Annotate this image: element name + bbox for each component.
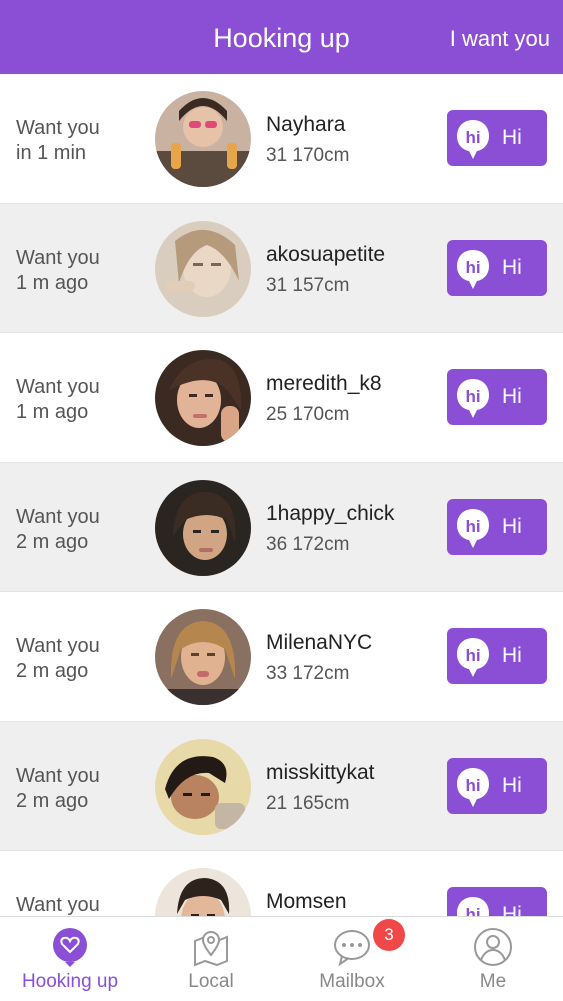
heart-chat-icon xyxy=(53,928,87,967)
hi-label: Hi xyxy=(502,773,522,797)
tab-label: Mailbox xyxy=(319,971,385,992)
avatar[interactable] xyxy=(155,738,251,835)
svg-text:hi: hi xyxy=(465,128,480,147)
user-icon xyxy=(474,928,512,966)
tab-local[interactable]: Local xyxy=(141,917,281,1001)
hi-bubble-icon: hi xyxy=(457,508,489,548)
avatar[interactable] xyxy=(155,868,251,916)
tab-hooking-up[interactable]: Hooking up xyxy=(0,917,140,1001)
user-age-height: 31 157cm xyxy=(266,274,350,296)
want-you-time: Want you 1 m ago xyxy=(16,376,100,423)
avatar[interactable] xyxy=(155,350,251,446)
map-pin-icon xyxy=(194,931,228,967)
list-item[interactable]: Want you 1 m ago meredith_k8 25 170cm hi … xyxy=(0,333,563,463)
hi-bubble-icon: hi xyxy=(457,249,489,289)
user-age-height: 21 165cm xyxy=(266,792,350,814)
user-age-height: 33 172cm xyxy=(266,663,350,684)
svg-text:hi: hi xyxy=(465,776,480,795)
svg-text:hi: hi xyxy=(465,646,480,665)
list-item[interactable]: Want you 2 m ago MilenaNYC 33 172cm hi Hi xyxy=(0,592,563,722)
bottom-tab-bar: Hooking up Local Mailbox Me xyxy=(0,916,563,1001)
avatar[interactable] xyxy=(155,609,251,705)
svg-text:hi: hi xyxy=(465,905,480,916)
list-item[interactable]: Want you 2 m ago misskittykat 21 165cm hi… xyxy=(0,721,563,851)
hi-bubble-icon: hi xyxy=(457,120,489,159)
list-item[interactable]: Want you in 1 min Nayhara 31 170cm hi Hi xyxy=(0,74,563,204)
user-age-height: 36 172cm xyxy=(266,533,350,555)
svg-text:hi: hi xyxy=(465,258,480,277)
hi-label: Hi xyxy=(502,126,522,149)
avatar[interactable] xyxy=(155,91,251,187)
hi-bubble-icon: hi xyxy=(457,897,489,916)
tab-me[interactable]: Me xyxy=(423,917,563,1001)
user-name[interactable]: MilenaNYC xyxy=(266,630,372,656)
say-hi-button[interactable]: hi Hi xyxy=(447,239,547,296)
user-name[interactable]: Nayhara xyxy=(266,112,345,138)
user-name[interactable]: Momsen xyxy=(266,889,347,915)
want-you-time: Want you 2 m ago xyxy=(16,764,100,812)
user-name[interactable]: misskittykat xyxy=(266,760,375,786)
user-age-height: 25 170cm xyxy=(266,404,350,425)
tab-label: Local xyxy=(188,971,234,992)
hi-label: Hi xyxy=(502,644,522,667)
list-item[interactable]: Want you 1 m ago akosuapetite 31 157cm hi… xyxy=(0,203,563,333)
want-you-time: Want you in 1 min xyxy=(16,117,100,164)
say-hi-button[interactable]: hi Hi xyxy=(447,498,547,555)
mailbox-unread-badge: 3 xyxy=(373,919,405,951)
want-you-time: Want you xyxy=(16,894,100,916)
say-hi-button[interactable]: hi Hi xyxy=(447,628,547,684)
user-list[interactable]: Want you in 1 min Nayhara 31 170cm hi Hi … xyxy=(0,74,563,916)
list-item[interactable]: Want you Momsen hi Hi xyxy=(0,851,563,916)
tab-label: Hooking up xyxy=(21,971,119,992)
avatar[interactable] xyxy=(155,220,251,317)
want-you-time: Want you 2 m ago xyxy=(16,505,100,553)
hi-label: Hi xyxy=(502,903,522,916)
hi-bubble-icon: hi xyxy=(457,638,489,677)
hi-label: Hi xyxy=(502,255,522,279)
tab-label: Me xyxy=(479,971,507,992)
want-you-time: Want you 2 m ago xyxy=(16,635,100,682)
list-item[interactable]: Want you 2 m ago 1happy_chick 36 172cm hi… xyxy=(0,462,563,592)
user-name[interactable]: akosuapetite xyxy=(266,242,385,268)
chat-bubble-icon xyxy=(334,930,370,967)
hi-bubble-icon: hi xyxy=(457,379,489,418)
hi-label: Hi xyxy=(502,514,522,538)
user-name[interactable]: 1happy_chick xyxy=(266,501,394,527)
say-hi-button[interactable]: hi Hi xyxy=(447,110,547,166)
i-want-you-link[interactable]: I want you xyxy=(450,24,550,54)
user-age-height: 31 170cm xyxy=(266,145,350,166)
app-header: Hooking up I want you xyxy=(0,0,563,74)
hi-label: Hi xyxy=(502,385,522,408)
svg-text:hi: hi xyxy=(465,387,480,406)
say-hi-button[interactable]: hi Hi xyxy=(447,369,547,425)
say-hi-button[interactable]: hi Hi xyxy=(447,757,547,814)
user-name[interactable]: meredith_k8 xyxy=(266,371,382,397)
say-hi-button[interactable]: hi Hi xyxy=(447,887,547,916)
svg-text:hi: hi xyxy=(465,517,480,536)
hi-bubble-icon: hi xyxy=(457,767,489,807)
want-you-time: Want you 1 m ago xyxy=(16,246,100,294)
avatar[interactable] xyxy=(155,479,251,576)
